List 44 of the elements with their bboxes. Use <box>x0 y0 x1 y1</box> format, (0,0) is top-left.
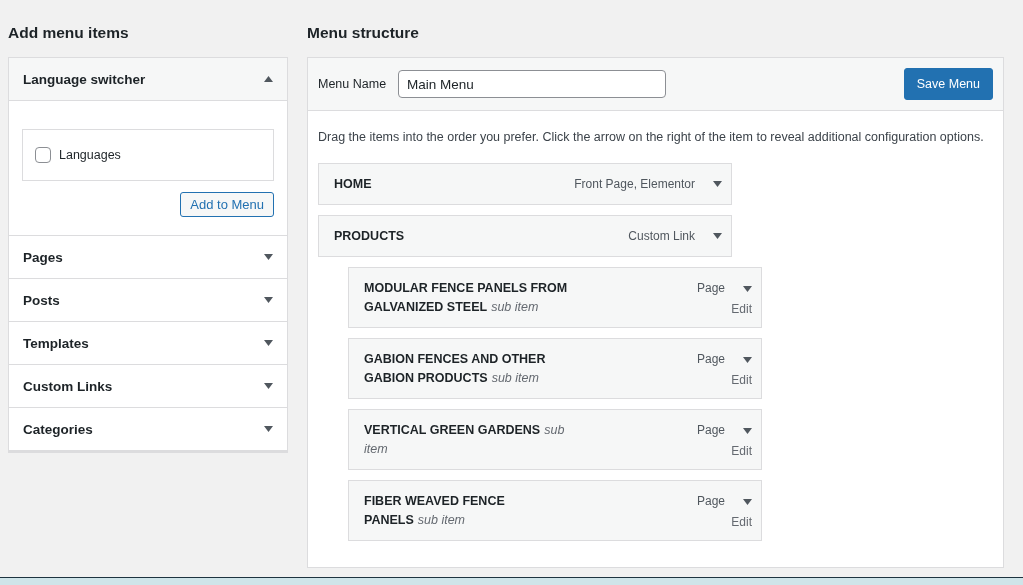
expand-arrow-icon[interactable] <box>264 297 273 303</box>
menu-item[interactable]: VERTICAL GREEN GARDENS sub item Page Edit <box>348 409 762 470</box>
expand-arrow-icon[interactable] <box>264 426 273 432</box>
menu-item[interactable]: GABION FENCES AND OTHER GABION PRODUCTS sub item Page Edit <box>348 338 762 399</box>
save-menu-button[interactable]: Save Menu <box>903 68 993 100</box>
menu-item[interactable]: PRODUCTS Custom Link <box>318 215 732 257</box>
expand-arrow-icon[interactable] <box>743 285 752 292</box>
menu-item[interactable]: MODULAR FENCE PANELS FROM GALVANIZED STEEL sub item Page Edit <box>348 267 762 328</box>
expand-arrow-icon[interactable] <box>713 181 722 187</box>
edit-link[interactable]: Edit <box>731 298 752 320</box>
edit-link[interactable]: Edit <box>731 440 752 462</box>
menu-item-title: GABION FENCES AND OTHER GABION PRODUCTS sub item <box>364 351 547 387</box>
menu-item-title: MODULAR FENCE PANELS FROM GALVANIZED STEEL sub item <box>364 280 569 316</box>
expand-arrow-icon[interactable] <box>713 233 722 239</box>
menu-item-title: PRODUCTS <box>334 227 406 245</box>
expand-arrow-icon[interactable] <box>264 340 273 346</box>
menu-item[interactable]: FIBER WEAVED FENCE PANELS sub item Page Edit <box>348 480 762 541</box>
item-type: Custom Link <box>628 227 695 245</box>
menu-item-title: HOME <box>334 175 373 193</box>
edit-link[interactable]: Edit <box>731 369 752 391</box>
expand-arrow-icon[interactable] <box>743 498 752 505</box>
item-type: Page <box>696 493 725 510</box>
item-type: Page <box>696 351 725 368</box>
expand-arrow-icon[interactable] <box>264 383 273 389</box>
item-type: Page <box>696 422 725 439</box>
expand-arrow-icon[interactable] <box>743 427 752 434</box>
menu-item-title: FIBER WEAVED FENCE PANELS sub item <box>364 493 506 529</box>
menu-name-field[interactable]: Main Menu <box>398 70 667 98</box>
item-type: Page <box>696 280 725 297</box>
instructions-text: Drag the items into the order you prefer. Click the arrow on the right of the item to reveal additional configuration options. <box>318 129 985 146</box>
menu-item-title: VERTICAL GREEN GARDENS sub item <box>364 422 566 458</box>
expand-arrow-icon[interactable] <box>264 254 273 260</box>
edit-link[interactable]: Edit <box>731 511 752 533</box>
item-type: Front Page, Elementor <box>574 175 695 193</box>
expand-arrow-icon[interactable] <box>743 356 752 363</box>
add-to-menu-button[interactable]: Add to Menu <box>180 192 274 217</box>
panel-heading: Add menu items <box>8 23 130 43</box>
collapse-arrow-icon[interactable] <box>264 76 273 82</box>
accordion-header[interactable]: Language switcher <box>9 58 287 101</box>
field-label: Menu Name <box>318 77 387 91</box>
checkbox-label: Languages <box>59 148 121 162</box>
section-heading: Menu structure <box>307 23 420 43</box>
checkbox[interactable] <box>35 147 51 163</box>
menu-item[interactable]: HOME Front Page, Elementor <box>318 163 732 205</box>
